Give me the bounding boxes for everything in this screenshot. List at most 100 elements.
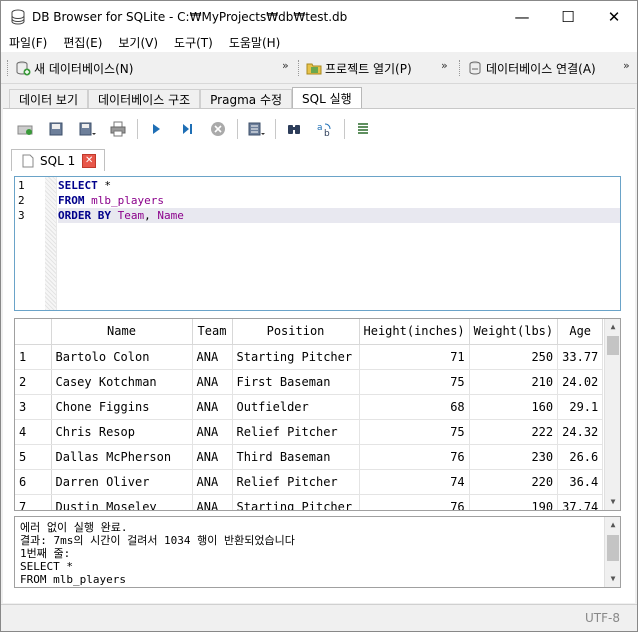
row-number[interactable]: 3 xyxy=(15,394,52,420)
row-number[interactable]: 4 xyxy=(15,419,52,445)
scrollbar-thumb[interactable] xyxy=(607,535,619,561)
tab-database-structure[interactable]: 데이터베이스 구조 xyxy=(88,89,201,109)
table-cell[interactable]: ANA xyxy=(192,394,233,420)
attach-database-button[interactable]: 데이터베이스 연결(A) xyxy=(467,56,596,80)
table-cell[interactable]: 71 xyxy=(359,344,470,370)
comment-block-button[interactable] xyxy=(351,117,375,141)
corner-header[interactable] xyxy=(15,319,52,345)
table-cell[interactable]: First Baseman xyxy=(232,369,360,395)
tab-edit-pragmas[interactable]: Pragma 수정 xyxy=(200,89,293,109)
table-row[interactable]: 6 Darren Oliver ANA Relief Pitcher 74 220 36.4 xyxy=(15,469,604,495)
results-grid[interactable]: Name Team Position Height(inches) Weight… xyxy=(14,318,621,511)
toolbar-grip[interactable] xyxy=(459,60,462,76)
menu-view[interactable]: 보기(V) xyxy=(110,34,166,51)
table-cell[interactable]: Dustin Moseley xyxy=(51,494,193,510)
table-cell[interactable]: Starting Pitcher xyxy=(232,494,360,510)
open-project-button[interactable]: 프로젝트 열기(P) xyxy=(306,56,412,80)
table-cell[interactable]: 75 xyxy=(359,419,470,445)
table-cell[interactable]: 37.74 xyxy=(557,494,604,510)
table-cell[interactable]: Relief Pitcher xyxy=(232,419,360,445)
column-header[interactable]: Team xyxy=(192,319,233,345)
table-cell[interactable]: Darren Oliver xyxy=(51,469,193,495)
table-cell[interactable]: ANA xyxy=(192,369,233,395)
table-row[interactable]: 3 Chone Figgins ANA Outfielder 68 160 29.1 xyxy=(15,394,604,420)
print-button[interactable] xyxy=(106,117,130,141)
maximize-button[interactable]: ☐ xyxy=(545,1,591,32)
sql-editor-tab[interactable]: SQL 1 ✕ xyxy=(11,149,105,171)
menu-help[interactable]: 도움말(H) xyxy=(221,34,289,51)
table-cell[interactable]: 33.77 xyxy=(557,344,604,370)
find-replace-button[interactable]: ab xyxy=(313,117,337,141)
table-cell[interactable]: Casey Kotchman xyxy=(51,369,193,395)
menu-file[interactable]: 파일(F) xyxy=(1,34,55,51)
column-header[interactable]: Weight(lbs) xyxy=(469,319,559,345)
menu-edit[interactable]: 편집(E) xyxy=(55,34,110,51)
table-cell[interactable]: 250 xyxy=(469,344,559,370)
table-row[interactable]: 2 Casey Kotchman ANA First Baseman 75 210 24.0… xyxy=(15,369,604,395)
toolbar-overflow-chevron[interactable]: » xyxy=(623,59,630,72)
table-cell[interactable]: 74 xyxy=(359,469,470,495)
minimize-button[interactable]: — xyxy=(499,1,545,32)
close-button[interactable]: ✕ xyxy=(591,1,637,32)
table-cell[interactable]: 76 xyxy=(359,444,470,470)
tab-execute-sql[interactable]: SQL 실행 xyxy=(292,87,362,109)
execute-all-button[interactable] xyxy=(144,117,168,141)
table-cell[interactable]: ANA xyxy=(192,419,233,445)
row-number[interactable]: 7 xyxy=(15,494,52,510)
toolbar-overflow-chevron[interactable]: » xyxy=(441,59,448,72)
table-cell[interactable]: 36.4 xyxy=(557,469,604,495)
column-header[interactable]: Name xyxy=(51,319,193,345)
table-row[interactable]: 4 Chris Resop ANA Relief Pitcher 75 222 24.32 xyxy=(15,419,604,445)
table-cell[interactable]: 68 xyxy=(359,394,470,420)
table-cell[interactable]: 222 xyxy=(469,419,559,445)
scroll-down-arrow-icon[interactable]: ▼ xyxy=(605,494,620,510)
table-cell[interactable]: 190 xyxy=(469,494,559,510)
row-number[interactable]: 5 xyxy=(15,444,52,470)
scroll-up-arrow-icon[interactable]: ▲ xyxy=(605,517,620,533)
message-pane[interactable]: 에러 없이 실행 완료. 결과: 7ms의 시간이 걸려서 1034 행이 반환… xyxy=(14,516,621,588)
toolbar-overflow-chevron[interactable]: » xyxy=(282,59,289,72)
table-cell[interactable]: ANA xyxy=(192,494,233,510)
table-row[interactable]: 1 Bartolo Colon ANA Starting Pitcher 71 250 33… xyxy=(15,344,604,370)
table-cell[interactable]: 230 xyxy=(469,444,559,470)
table-cell[interactable]: Starting Pitcher xyxy=(232,344,360,370)
table-cell[interactable]: Bartolo Colon xyxy=(51,344,193,370)
toolbar-grip[interactable] xyxy=(298,60,301,76)
table-cell[interactable]: Dallas McPherson xyxy=(51,444,193,470)
table-cell[interactable]: Outfielder xyxy=(232,394,360,420)
table-cell[interactable]: 26.6 xyxy=(557,444,604,470)
table-cell[interactable]: 160 xyxy=(469,394,559,420)
table-cell[interactable]: ANA xyxy=(192,469,233,495)
table-cell[interactable]: Chris Resop xyxy=(51,419,193,445)
open-sql-file-button[interactable] xyxy=(44,117,68,141)
table-cell[interactable]: 24.02 xyxy=(557,369,604,395)
row-number[interactable]: 6 xyxy=(15,469,52,495)
table-cell[interactable]: ANA xyxy=(192,444,233,470)
open-tab-button[interactable] xyxy=(13,117,37,141)
new-database-button[interactable]: 새 데이터베이스(N) xyxy=(15,56,133,80)
table-row[interactable]: 7 Dustin Moseley ANA Starting Pitcher 76 190 3… xyxy=(15,494,604,510)
table-cell[interactable]: ANA xyxy=(192,344,233,370)
column-header[interactable]: Age xyxy=(557,319,604,345)
scrollbar-thumb[interactable] xyxy=(607,336,619,355)
table-cell[interactable]: 29.1 xyxy=(557,394,604,420)
table-cell[interactable]: 24.32 xyxy=(557,419,604,445)
save-sql-file-button[interactable] xyxy=(75,117,99,141)
table-cell[interactable]: 75 xyxy=(359,369,470,395)
stop-execution-button[interactable] xyxy=(206,117,230,141)
row-number[interactable]: 1 xyxy=(15,344,52,370)
save-results-button[interactable] xyxy=(244,117,268,141)
table-cell[interactable]: 76 xyxy=(359,494,470,510)
execute-current-line-button[interactable] xyxy=(175,117,199,141)
table-cell[interactable]: Relief Pitcher xyxy=(232,469,360,495)
close-tab-icon[interactable]: ✕ xyxy=(82,153,97,168)
menu-tools[interactable]: 도구(T) xyxy=(166,34,221,51)
scroll-up-arrow-icon[interactable]: ▲ xyxy=(605,319,620,335)
table-cell[interactable]: Third Baseman xyxy=(232,444,360,470)
find-button[interactable] xyxy=(282,117,306,141)
results-scrollbar[interactable]: ▲ ▼ xyxy=(604,319,620,510)
row-number[interactable]: 2 xyxy=(15,369,52,395)
message-scrollbar[interactable]: ▲ ▼ xyxy=(604,517,620,587)
table-cell[interactable]: 220 xyxy=(469,469,559,495)
tab-browse-data[interactable]: 데이터 보기 xyxy=(9,89,89,109)
